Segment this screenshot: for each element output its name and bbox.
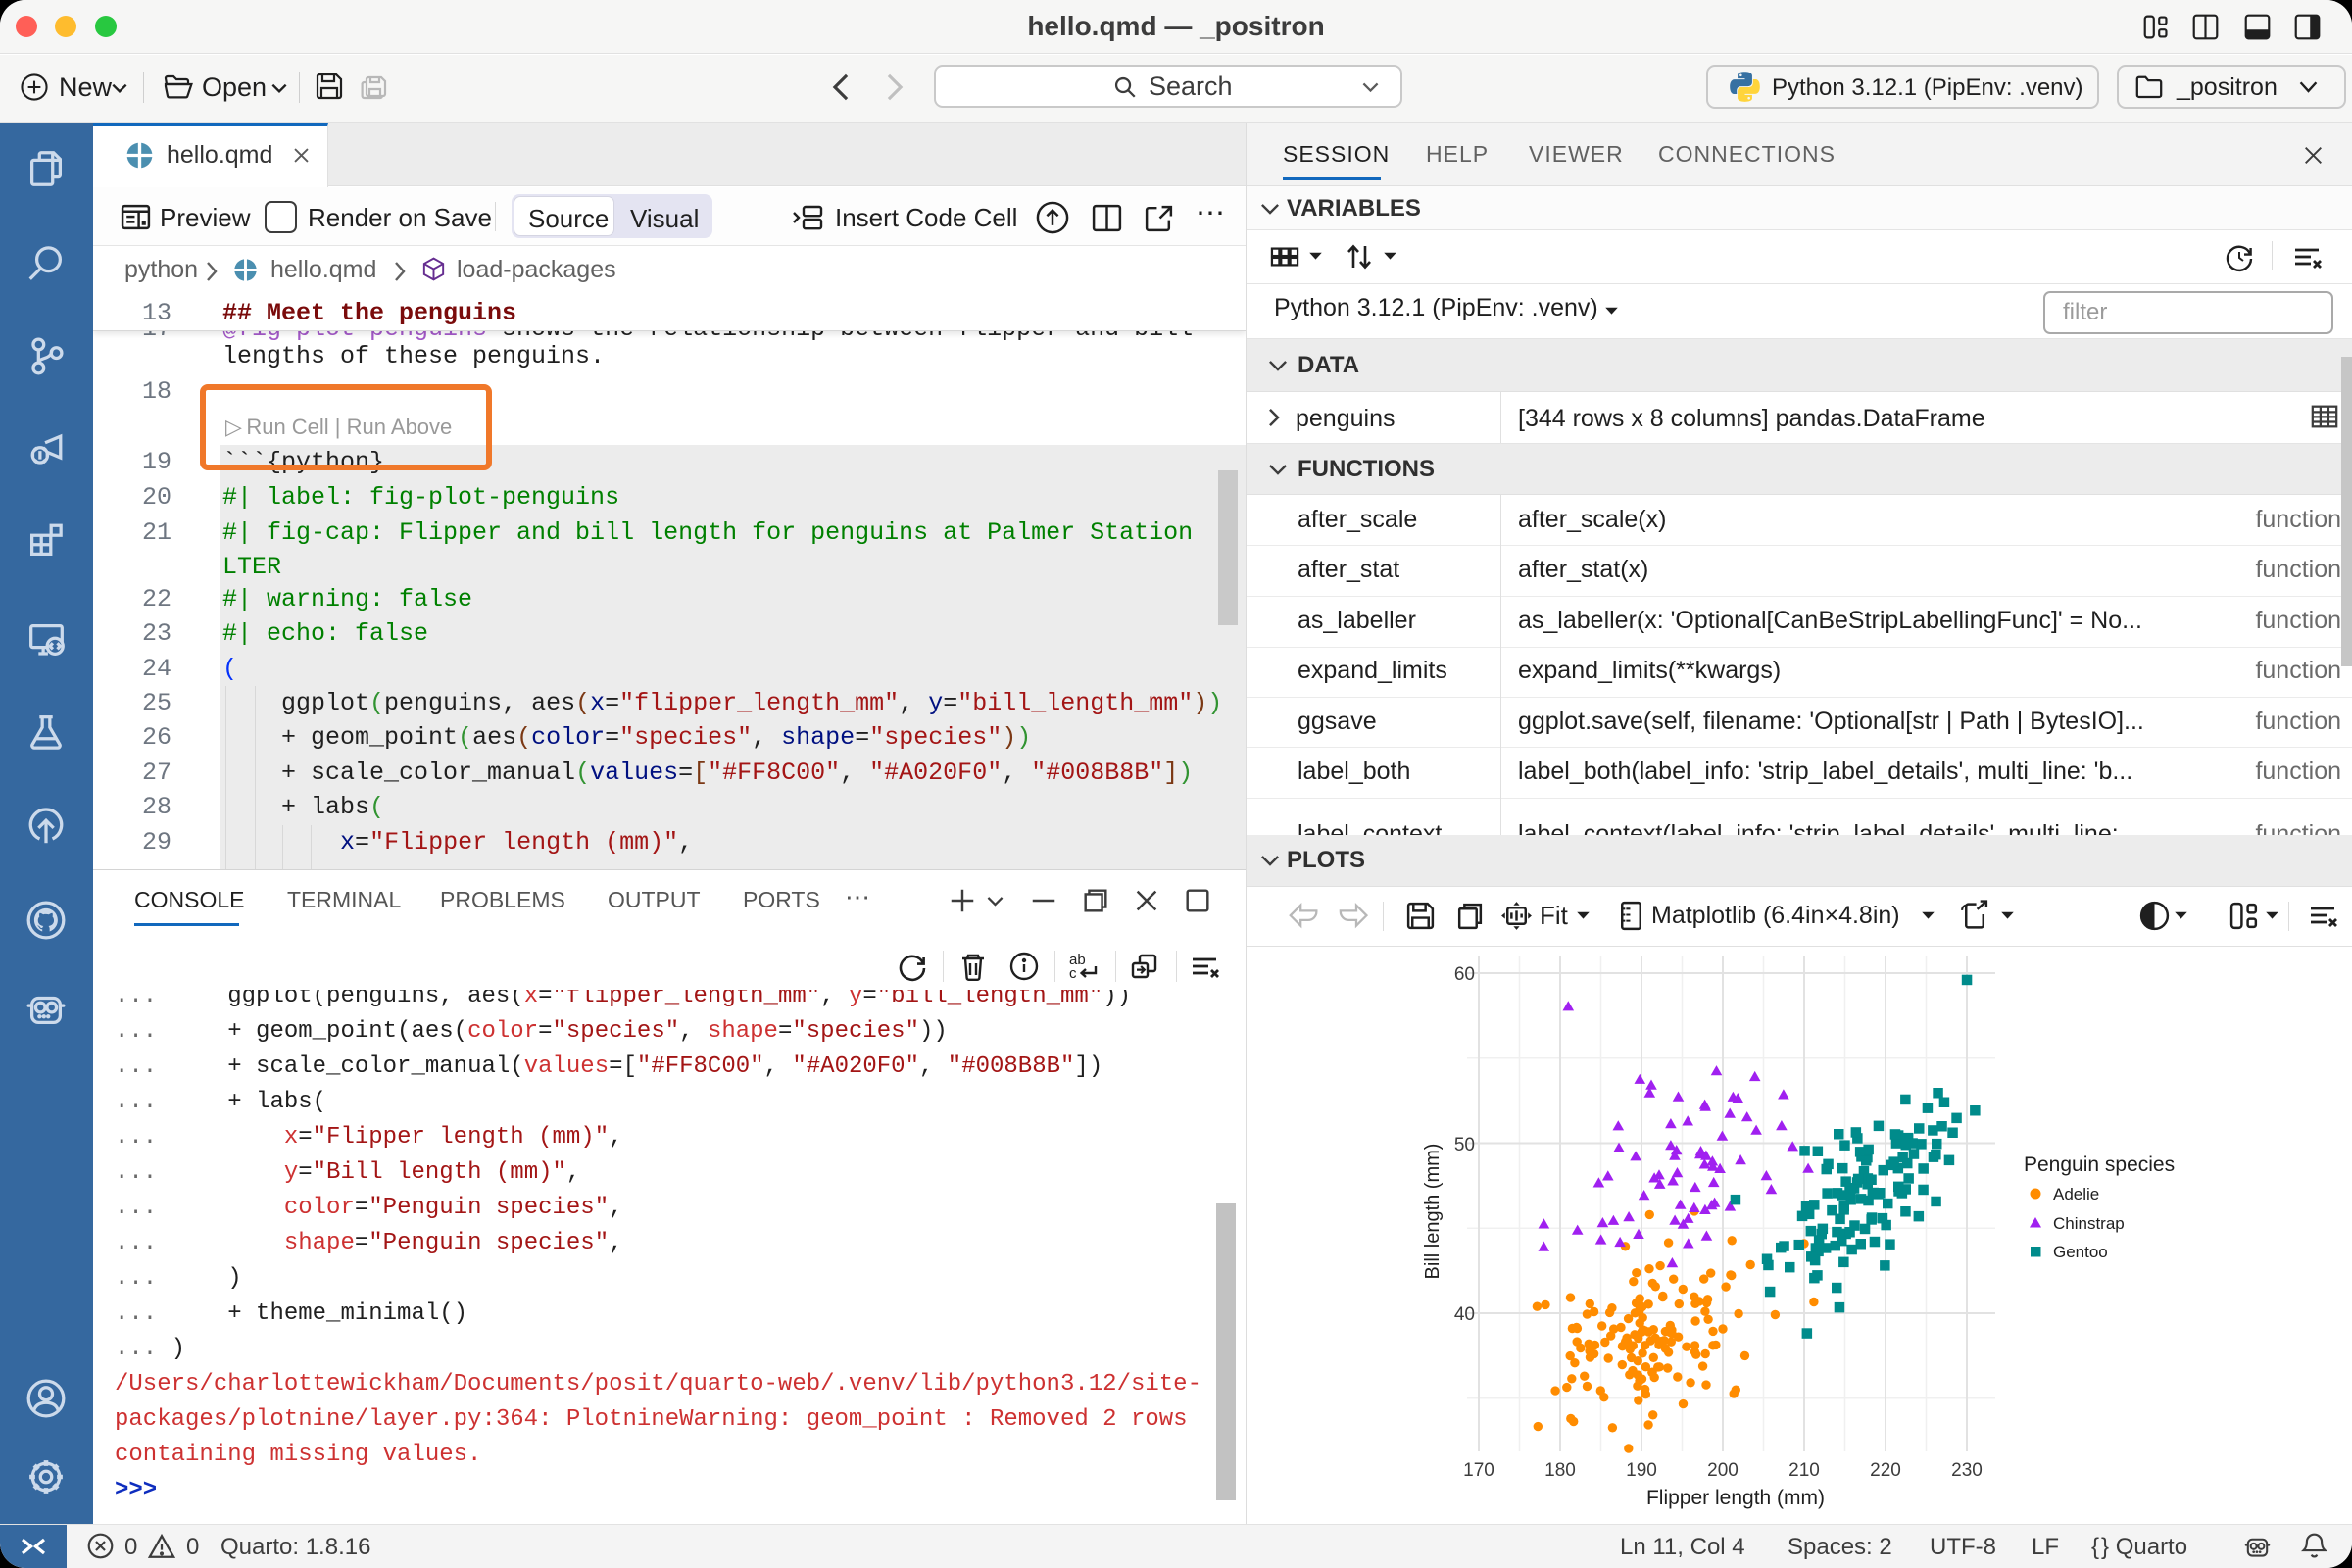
- svg-text:Adelie: Adelie: [2053, 1185, 2099, 1203]
- svg-text:Gentoo: Gentoo: [2053, 1243, 2108, 1261]
- svg-text:40: 40: [1454, 1304, 1475, 1325]
- svg-text:200: 200: [1707, 1460, 1739, 1481]
- svg-text:Flipper length (mm): Flipper length (mm): [1646, 1487, 1825, 1509]
- svg-text:Bill length (mm): Bill length (mm): [1422, 1144, 1444, 1280]
- svg-text:180: 180: [1544, 1460, 1576, 1481]
- svg-text:50: 50: [1454, 1135, 1475, 1155]
- svg-text:Chinstrap: Chinstrap: [2053, 1214, 2125, 1233]
- svg-text:230: 230: [1951, 1460, 1983, 1481]
- svg-text:210: 210: [1788, 1460, 1820, 1481]
- svg-text:170: 170: [1463, 1460, 1494, 1481]
- svg-text:190: 190: [1626, 1460, 1657, 1481]
- svg-text:c: c: [1069, 965, 1077, 982]
- svg-text:220: 220: [1870, 1460, 1901, 1481]
- svg-text:60: 60: [1454, 964, 1475, 985]
- svg-text:Penguin species: Penguin species: [2024, 1153, 2175, 1176]
